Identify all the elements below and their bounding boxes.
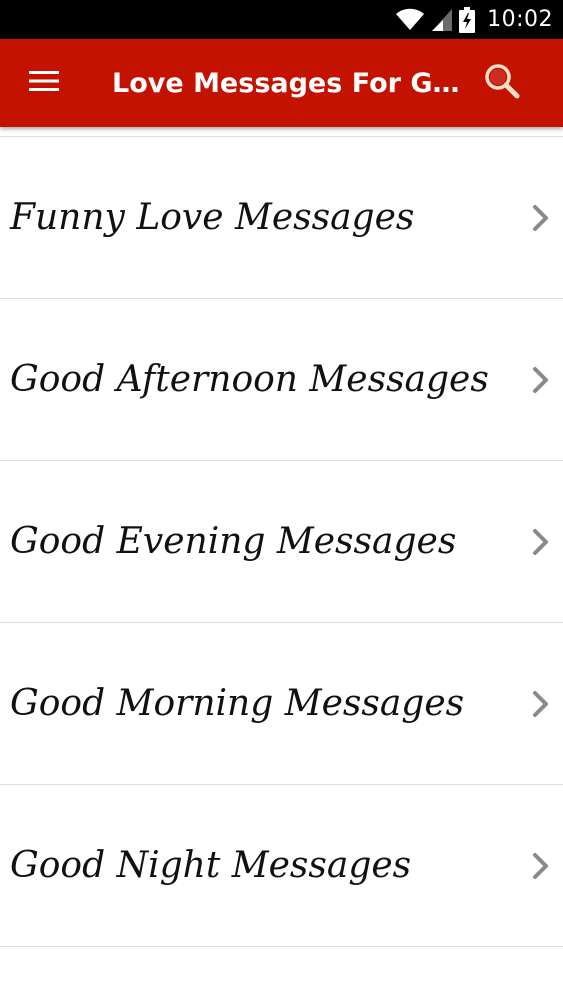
app-bar: Love Messages For Gir... <box>0 39 563 127</box>
list-item-label: Good Night Messages <box>10 845 412 886</box>
wifi-icon <box>395 8 425 32</box>
list-item-label: Good Evening Messages <box>10 521 457 562</box>
list-item-label: Good Morning Messages <box>10 683 465 724</box>
list-item-label: Funny Love Messages <box>10 197 415 238</box>
category-list: Funny Love Messages Good Afternoon Messag… <box>0 127 563 947</box>
status-bar: 10:02 <box>0 0 563 39</box>
list-item[interactable]: Good Evening Messages <box>0 461 563 623</box>
chevron-right-icon <box>529 851 553 881</box>
hamburger-menu-icon <box>29 70 59 96</box>
chevron-right-icon <box>529 365 553 395</box>
list-item[interactable]: Good Night Messages <box>0 785 563 947</box>
chevron-right-icon <box>529 527 553 557</box>
chevron-right-icon <box>529 203 553 233</box>
menu-button[interactable] <box>28 67 60 99</box>
list-item[interactable]: Good Afternoon Messages <box>0 299 563 461</box>
app-screen: 10:02 Love Messages For Gir... Funny Lov… <box>0 0 563 1000</box>
status-time: 10:02 <box>487 7 553 32</box>
list-item[interactable]: Funny Love Messages <box>0 137 563 299</box>
list-item[interactable]: Good Morning Messages <box>0 623 563 785</box>
battery-charging-icon <box>459 6 476 33</box>
chevron-right-icon <box>529 689 553 719</box>
list-divider <box>0 127 563 137</box>
cell-signal-icon <box>431 8 453 32</box>
app-title: Love Messages For Gir... <box>112 67 462 99</box>
search-button[interactable] <box>482 63 522 103</box>
list-item-label: Good Afternoon Messages <box>10 359 489 400</box>
search-icon <box>483 62 521 104</box>
